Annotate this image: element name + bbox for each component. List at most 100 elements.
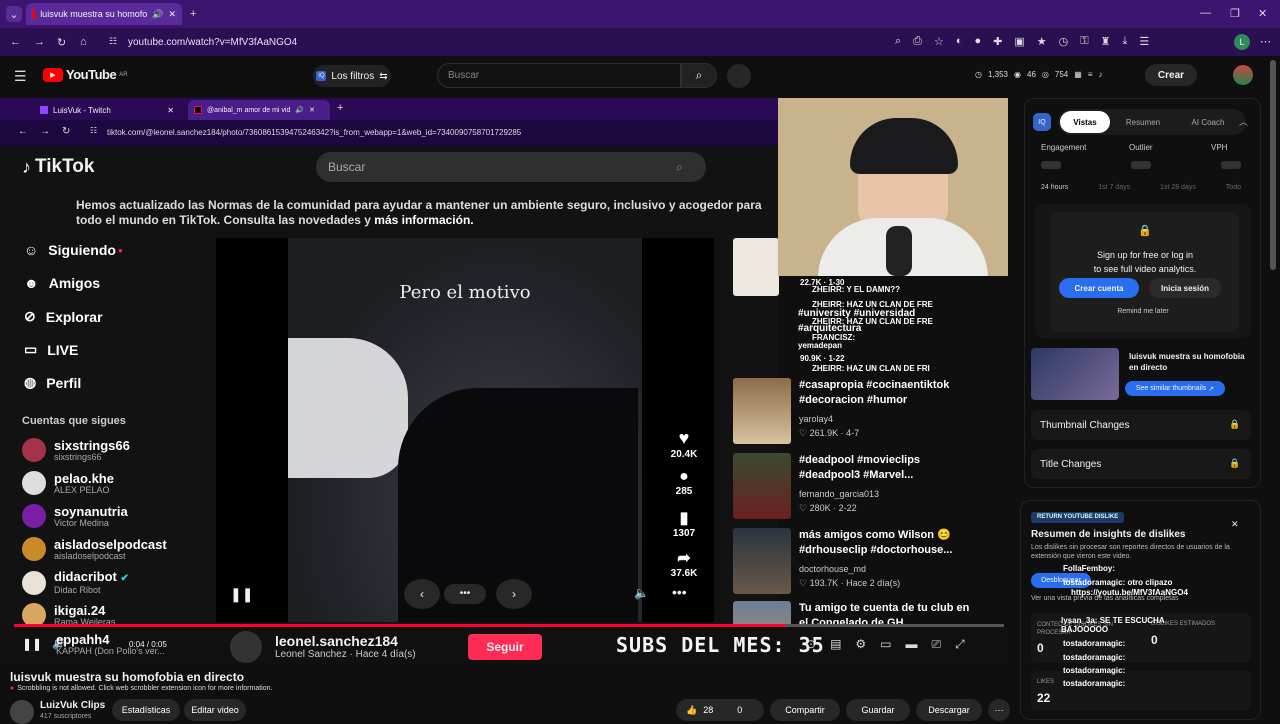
voice-search-button[interactable] [727, 64, 751, 88]
rec-item[interactable]: #casapropia #cocinaentiktok #decoracion … [733, 378, 993, 446]
extension-icon[interactable]: ▦ [1074, 70, 1082, 79]
install-icon[interactable]: ⎙ [913, 35, 922, 48]
title-changes-row[interactable]: Title Changes 🔒 [1031, 449, 1251, 479]
pause-icon[interactable]: ❚❚ [230, 586, 253, 603]
filters-button[interactable]: IQ Los filtros ⇆ [313, 65, 391, 87]
author-name[interactable]: leonel.sanchez184 [275, 633, 416, 649]
followed-account[interactable]: soynanutria Victor Medina [22, 504, 128, 528]
notice-link[interactable]: más información. [374, 213, 473, 227]
extension-icon[interactable]: ● [975, 35, 982, 48]
nav-profile[interactable]: ◍ Perfil [24, 374, 81, 391]
close-icon[interactable]: ✕ [1231, 519, 1239, 530]
zoom-icon[interactable]: ⌕ [895, 35, 901, 48]
close-tab-icon[interactable]: ✕ [167, 106, 174, 115]
followed-account[interactable]: sixstrings66 sixstrings66 [22, 438, 130, 462]
range-24h[interactable]: 24 hours [1041, 184, 1068, 191]
page-scrollbar[interactable] [1270, 60, 1276, 270]
fullscreen-icon[interactable]: ⤢ [955, 637, 965, 652]
screenshot-icon[interactable]: ▣ [1014, 35, 1024, 48]
cast-icon[interactable]: ⎚ [932, 637, 942, 652]
video-container[interactable]: Pero el motivo ‹ ••• › ❚❚ 🔈 ••• [216, 238, 714, 622]
inner-tab-twitch[interactable]: LuisVuk - Twitch ✕ [34, 100, 180, 120]
inner-url-field[interactable]: tiktok.com/@leonel.sanchez184/photo/7360… [107, 128, 521, 137]
extension-icon[interactable]: ◐ [956, 35, 963, 48]
nav-friends[interactable]: ☻ Amigos [24, 275, 100, 291]
close-tab-icon[interactable]: ✕ [309, 106, 315, 114]
bell-icon[interactable]: ♪ [1098, 70, 1102, 79]
subtitles-icon[interactable]: ▤ [830, 637, 841, 652]
hamburger-menu-icon[interactable]: ☰ [14, 68, 27, 85]
search-button[interactable]: ⌕ [681, 63, 717, 88]
back-icon[interactable]: ← [10, 36, 21, 48]
prev-button[interactable]: ‹ [404, 579, 440, 609]
login-button[interactable]: Inicia sesión [1149, 278, 1221, 298]
tiktok-logo[interactable]: ♪ TikTok [22, 156, 94, 178]
rec-thumbnail[interactable] [733, 238, 779, 296]
next-button[interactable]: › [496, 579, 532, 609]
channel-avatar[interactable] [10, 700, 34, 724]
nav-live[interactable]: ▭ LIVE [24, 341, 78, 358]
forward-icon[interactable]: → [34, 36, 45, 48]
range-all[interactable]: Todo [1226, 184, 1241, 191]
edit-video-button[interactable]: Editar video [184, 699, 246, 721]
save-button[interactable]: Guardar [846, 699, 910, 721]
list-icon[interactable]: ≡ [1088, 70, 1093, 79]
share-button[interactable]: Compartir [770, 699, 840, 721]
search-input[interactable]: Buscar [437, 63, 681, 88]
followed-account[interactable]: pelao.khe ALEX PELAO [22, 471, 114, 495]
inner-tab-tiktok[interactable]: @anibal_m amor de mi vid 🔊 ✕ [188, 100, 330, 120]
more-actions-button[interactable]: ⋯ [988, 699, 1010, 721]
tab-summary[interactable]: Resumen [1118, 111, 1168, 133]
rec-item[interactable]: #deadpool #movieclips #deadpool3 #Marvel… [733, 453, 993, 521]
followed-account[interactable]: didacribot ✔ Didac Ribot [22, 570, 129, 595]
favorites-icon[interactable]: ★ [1037, 35, 1047, 48]
site-info-icon[interactable]: ☷ [109, 36, 117, 47]
puzzle-icon[interactable]: ✚ [993, 35, 1002, 48]
like-action[interactable]: ♥ 20.4K [670, 428, 698, 460]
profile-avatar[interactable]: L [1234, 34, 1250, 50]
download-button[interactable]: Descargar [916, 699, 982, 721]
bookmark-star-icon[interactable]: ☆ [934, 35, 944, 48]
reload-icon[interactable]: ↻ [62, 126, 70, 137]
minimize-icon[interactable]: — [1200, 7, 1211, 19]
comment-action[interactable]: ● 285 [670, 468, 698, 497]
tab-menu-icon[interactable]: ⌄ [6, 6, 22, 22]
author-avatar[interactable] [230, 631, 262, 663]
download-icon[interactable]: ⤓ [1123, 35, 1128, 48]
youtube-logo[interactable]: ▶ YouTube AR [43, 67, 128, 82]
tiktok-search-input[interactable]: Buscar ⌕ [316, 152, 706, 182]
collections-icon[interactable]: ☰ [1139, 35, 1149, 48]
new-tab-icon[interactable]: + [190, 8, 196, 20]
save-action[interactable]: ▮ 1307 [670, 508, 698, 539]
back-icon[interactable]: ← [18, 126, 28, 137]
browser-tab[interactable]: luisvuk muestra su homofo 🔊 ✕ [26, 3, 182, 25]
password-icon[interactable]: ⚿ [1080, 35, 1088, 48]
followed-account[interactable]: aisladoselpodcast aisladoselpodcast [22, 537, 167, 561]
like-button[interactable]: 👍 28 0 [676, 699, 764, 721]
close-tab-icon[interactable]: ✕ [168, 9, 176, 20]
remind-later-link[interactable]: Remind me later [1035, 308, 1251, 315]
pause-icon[interactable]: ❚❚ [22, 637, 42, 651]
range-7d[interactable]: 1st 7 days [1098, 184, 1130, 191]
thumbnail-changes-row[interactable]: Thumbnail Changes 🔒 [1031, 410, 1251, 440]
nav-following[interactable]: ☺ Siguiendo ● [24, 242, 123, 258]
more-menu-icon[interactable]: ⋯ [1260, 35, 1271, 48]
user-avatar[interactable] [1233, 65, 1253, 85]
volume-icon[interactable]: 🔈 [634, 586, 649, 600]
create-button[interactable]: Crear [1145, 64, 1197, 86]
tab-ai-coach[interactable]: AI Coach [1178, 111, 1238, 133]
more-options-icon[interactable]: ••• [672, 584, 687, 600]
channel-name[interactable]: LuizVuk Clips [40, 700, 105, 711]
miniplayer-icon[interactable]: ▭ [880, 637, 891, 652]
url-field[interactable]: youtube.com/watch?v=MfV3fAaNGO4 [128, 37, 297, 48]
autoplay-icon[interactable]: ⊙ [806, 637, 816, 652]
follow-button[interactable]: Seguir [468, 634, 542, 660]
new-tab-icon[interactable]: + [337, 102, 343, 114]
nav-explore[interactable]: ⊘ Explorar [24, 308, 103, 325]
close-window-icon[interactable]: ✕ [1258, 7, 1267, 20]
share-action[interactable]: ➦ 37.6K [670, 548, 698, 579]
create-account-button[interactable]: Crear cuenta [1059, 278, 1139, 298]
collapse-icon[interactable]: ︿ [1239, 115, 1248, 128]
home-icon[interactable]: ⌂ [80, 36, 87, 48]
theater-icon[interactable]: ▬ [906, 637, 918, 652]
